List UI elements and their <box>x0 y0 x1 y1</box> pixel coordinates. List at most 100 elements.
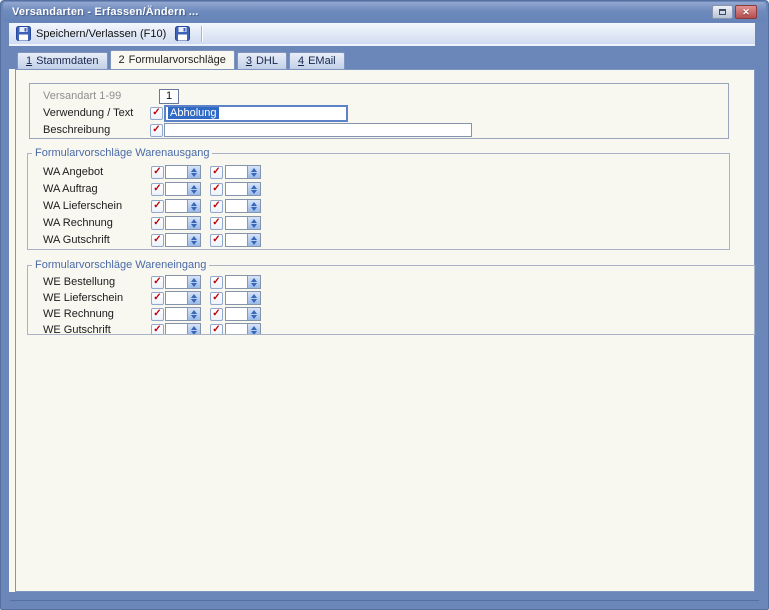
red-check-icon[interactable] <box>150 106 163 120</box>
arrow-up-icon <box>251 167 257 172</box>
spin-up-down-button[interactable] <box>187 324 200 334</box>
red-check-icon[interactable] <box>150 123 163 137</box>
red-check-icon[interactable] <box>151 182 164 196</box>
warenausgang-group: Formularvorschläge Warenausgang WA Angeb… <box>27 147 730 250</box>
spin-value[interactable] <box>166 183 187 195</box>
spinbox-left[interactable] <box>165 233 201 247</box>
spinbox-right[interactable] <box>225 182 261 196</box>
arrow-down-icon <box>191 189 197 194</box>
verwendung-input[interactable]: Abholung <box>164 104 348 122</box>
red-check-icon[interactable] <box>151 275 164 289</box>
red-check-icon[interactable] <box>151 233 164 247</box>
spin-up-down-button[interactable] <box>187 200 200 212</box>
spin-value[interactable] <box>166 292 187 304</box>
spin-value[interactable] <box>166 217 187 229</box>
arrow-up-icon <box>251 325 257 330</box>
beschreibung-input[interactable] <box>164 123 472 137</box>
red-check-icon[interactable] <box>210 323 223 334</box>
spinbox-left[interactable] <box>165 165 201 179</box>
tab-dhl[interactable]: 3 DHL <box>236 52 287 69</box>
spinbox-left[interactable] <box>165 216 201 230</box>
spinbox-right[interactable] <box>225 199 261 213</box>
spinbox-right[interactable] <box>225 165 261 179</box>
spin-value[interactable] <box>226 200 247 212</box>
spin-up-down-button[interactable] <box>247 276 260 288</box>
spin-up-down-button[interactable] <box>187 276 200 288</box>
red-check-icon[interactable] <box>210 182 223 196</box>
red-check-icon[interactable] <box>151 216 164 230</box>
tab-formularvorschlaege[interactable]: 2 Formularvorschläge <box>109 50 235 69</box>
red-check-icon[interactable] <box>151 291 164 305</box>
spin-up-down-button[interactable] <box>187 217 200 229</box>
tab-stammdaten[interactable]: 1 Stammdaten <box>17 52 108 69</box>
arrow-up-icon <box>251 201 257 206</box>
spin-up-down-button[interactable] <box>187 308 200 320</box>
tab-email[interactable]: 4 EMail <box>288 52 345 69</box>
spinbox-right[interactable] <box>225 323 261 334</box>
red-check-icon[interactable] <box>210 233 223 247</box>
spin-up-down-button[interactable] <box>247 324 260 334</box>
spin-value[interactable] <box>166 166 187 178</box>
red-check-icon[interactable] <box>210 216 223 230</box>
spin-value[interactable] <box>166 324 187 334</box>
spin-up-down-button[interactable] <box>187 234 200 246</box>
spinbox-right[interactable] <box>225 307 261 321</box>
spinbox-left[interactable] <box>165 323 201 334</box>
red-check-icon[interactable] <box>210 275 223 289</box>
tab-number: 4 <box>297 55 305 67</box>
spin-value[interactable] <box>226 324 247 334</box>
red-check-icon[interactable] <box>151 323 164 334</box>
spin-value[interactable] <box>226 308 247 320</box>
arrow-down-icon <box>191 298 197 303</box>
red-check-icon[interactable] <box>210 291 223 305</box>
arrow-up-icon <box>251 218 257 223</box>
red-check-icon[interactable] <box>210 307 223 321</box>
window-resize-edge[interactable] <box>10 600 759 601</box>
spin-up-down-button[interactable] <box>187 292 200 304</box>
spinbox-left[interactable] <box>165 275 201 289</box>
red-check-icon[interactable] <box>210 165 223 179</box>
spinbox-right[interactable] <box>225 216 261 230</box>
spinbox-right[interactable] <box>225 291 261 305</box>
spin-value[interactable] <box>166 200 187 212</box>
spinbox-left[interactable] <box>165 307 201 321</box>
spin-value[interactable] <box>226 292 247 304</box>
spin-up-down-button[interactable] <box>247 166 260 178</box>
spin-value[interactable] <box>226 183 247 195</box>
spinbox-left[interactable] <box>165 182 201 196</box>
spinbox-left[interactable] <box>165 199 201 213</box>
spin-value[interactable] <box>166 234 187 246</box>
maximize-button[interactable] <box>712 5 733 19</box>
spin-up-down-button[interactable] <box>247 292 260 304</box>
spin-value[interactable] <box>166 276 187 288</box>
save-exit-button[interactable]: Speichern/Verlassen (F10) <box>11 24 171 43</box>
row-label: WA Lieferschein <box>43 200 123 212</box>
spin-value[interactable] <box>166 308 187 320</box>
spin-up-down-button[interactable] <box>247 234 260 246</box>
spin-up-down-button[interactable] <box>247 183 260 195</box>
titlebar[interactable]: Versandarten - Erfassen/Ändern ... <box>3 2 766 22</box>
spinbox-right[interactable] <box>225 233 261 247</box>
spinbox-left[interactable] <box>165 291 201 305</box>
close-button[interactable] <box>735 5 757 19</box>
spin-up-down-button[interactable] <box>247 217 260 229</box>
spinbox-right[interactable] <box>225 275 261 289</box>
versandart-input[interactable]: 1 <box>159 88 179 104</box>
form-row: WE Lieferschein <box>28 291 754 305</box>
spin-value[interactable] <box>226 276 247 288</box>
red-check-icon[interactable] <box>151 307 164 321</box>
spin-up-down-button[interactable] <box>187 166 200 178</box>
spin-up-down-button[interactable] <box>247 200 260 212</box>
save-icon-button[interactable] <box>171 24 194 43</box>
spin-value[interactable] <box>226 234 247 246</box>
spin-up-down-button[interactable] <box>247 308 260 320</box>
tab-label: EMail <box>308 55 336 67</box>
spin-up-down-button[interactable] <box>187 183 200 195</box>
row-label: WE Lieferschein <box>43 292 124 304</box>
form-row: WA Angebot <box>28 165 729 179</box>
red-check-icon[interactable] <box>151 199 164 213</box>
red-check-icon[interactable] <box>210 199 223 213</box>
red-check-icon[interactable] <box>151 165 164 179</box>
spin-value[interactable] <box>226 166 247 178</box>
spin-value[interactable] <box>226 217 247 229</box>
